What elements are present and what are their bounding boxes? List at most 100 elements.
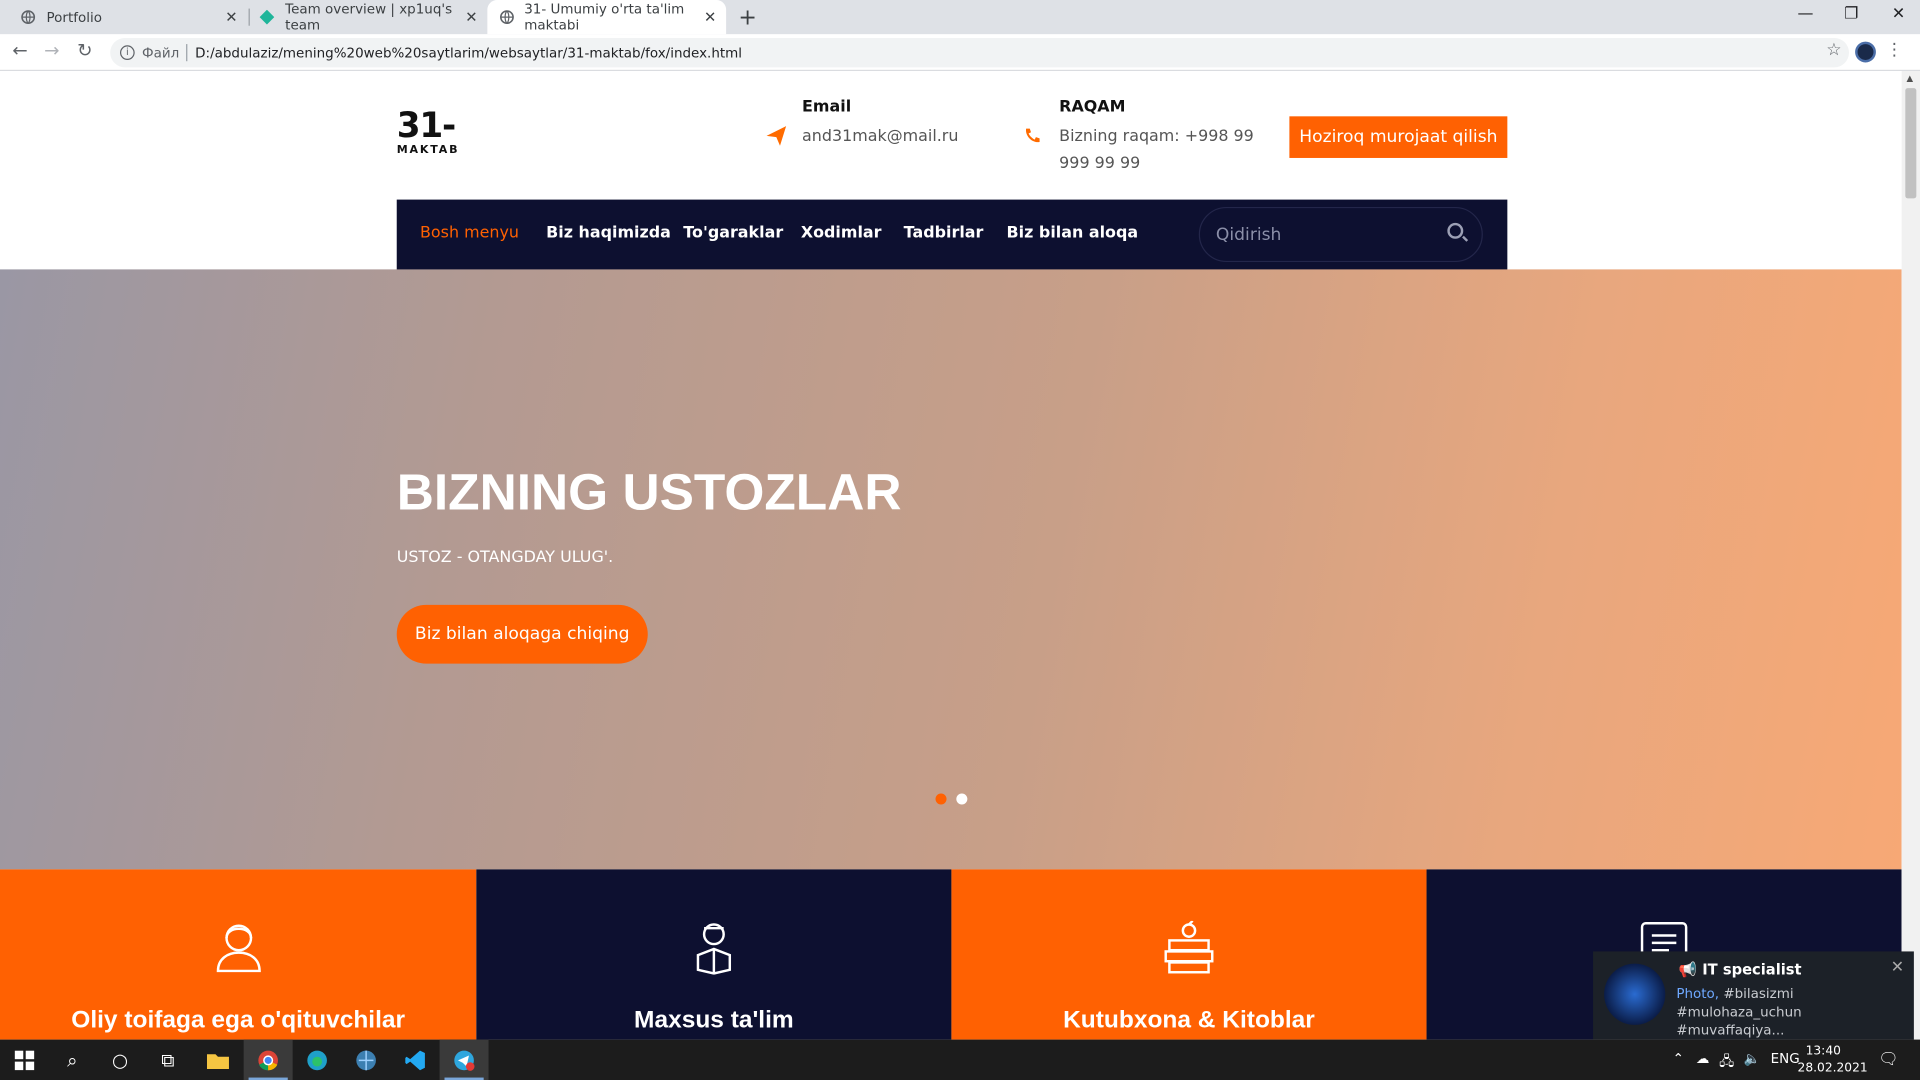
feature-library: Kutubxona & Kitoblar [951, 869, 1427, 1040]
scrollbar-thumb[interactable] [1905, 88, 1917, 199]
web-page: 31- MAKTAB Email and31mak@mail.ru RAQAM … [0, 71, 1902, 1040]
hero-subtitle: USTOZ - OTANGDAY ULUG'. [396, 548, 614, 567]
logo-number: 31- [396, 105, 457, 146]
search-icon[interactable]: ⌕ [48, 1040, 97, 1080]
phone-value: Bizning raqam: +998 99 999 99 99 [1059, 127, 1254, 173]
tab-31-maktab[interactable]: 31- Umumiy o'rta ta'lim maktabi ✕ [487, 0, 727, 35]
logo-text: MAKTAB [396, 144, 460, 157]
nav-home[interactable]: Bosh menyu [420, 224, 519, 242]
apply-now-button[interactable]: Hoziroq murojaat qilish [1289, 116, 1508, 158]
windows-taskbar: ⌕ ○ ⧉ ⌃ ☁ 🖧 🔈 ENG 13:40 28.02.2021 🗨 [0, 1039, 1920, 1080]
network-globe-icon[interactable] [342, 1040, 391, 1080]
phone-icon [1024, 126, 1041, 149]
action-center-icon[interactable]: 🗨 [1878, 1051, 1898, 1069]
telegram-notification[interactable]: 📢 IT specialist Photo, #bilasizmi #muloh… [1593, 951, 1914, 1040]
bookmark-star-icon[interactable]: ☆ [1826, 40, 1841, 60]
tab-title: Portfolio [46, 9, 102, 26]
close-icon[interactable]: ✕ [1891, 959, 1904, 977]
browser-toolbar: ← → ↻ i Файл D:/abdulaziz/mening%20web%2… [0, 34, 1920, 72]
clock-time: 13:40 [1805, 1044, 1841, 1058]
notification-title: 📢 IT specialist [1679, 961, 1802, 978]
hero-title: BIZNING USTOZLAR [396, 462, 902, 521]
tab-title: Team overview | xp1uq's team [285, 1, 453, 34]
close-icon[interactable]: ✕ [704, 9, 716, 26]
language-indicator[interactable]: ENG [1771, 1051, 1800, 1067]
info-icon[interactable]: i [120, 45, 135, 61]
scroll-up-icon[interactable]: ▲ [1907, 73, 1914, 83]
close-icon[interactable]: ✕ [465, 9, 477, 26]
feature-special-education: Maxsus ta'lim [476, 869, 952, 1040]
notification-line2: #mulohaza_uchun #muvaffaqiya... [1676, 1004, 1802, 1039]
more-menu-icon[interactable]: ⋮ [1886, 40, 1903, 60]
nav-events[interactable]: Tadbirlar [904, 224, 984, 242]
tab-portfolio[interactable]: Portfolio ✕ [7, 0, 247, 34]
slider-dot-active[interactable] [935, 793, 947, 805]
back-icon[interactable]: ← [12, 39, 27, 61]
onedrive-cloud-icon[interactable]: ☁ [1696, 1051, 1709, 1067]
feature-title: Kutubxona & Kitoblar [1063, 1006, 1315, 1034]
contact-us-button[interactable]: Biz bilan aloqaga chiqing [396, 604, 648, 664]
feature-title: Oliy toifaga ega o'qituvchilar [71, 1006, 406, 1034]
network-icon[interactable]: 🖧 [1719, 1051, 1734, 1074]
globe-icon [20, 9, 37, 26]
nav-contact[interactable]: Biz bilan aloqa [1007, 224, 1139, 242]
paper-plane-icon [765, 125, 787, 152]
notification-media-type: Photo, [1676, 985, 1720, 1002]
cortana-icon[interactable]: ○ [96, 1040, 145, 1080]
tab-title: 31- Umumiy o'rta ta'lim maktabi [524, 1, 685, 34]
hero-slider: BIZNING USTOZLAR USTOZ - OTANGDAY ULUG'.… [0, 269, 1902, 870]
megaphone-icon: 📢 [1678, 961, 1698, 979]
forward-icon[interactable]: → [44, 39, 59, 61]
email-block: Email and31mak@mail.ru [802, 98, 958, 151]
main-navigation: Bosh menyu Biz haqimizda To'garaklar Xod… [396, 199, 1508, 271]
nav-staff[interactable]: Xodimlar [801, 224, 882, 242]
feature-teachers: Oliy toifaga ega o'qituvchilar [0, 869, 477, 1040]
address-bar[interactable]: i Файл D:/abdulaziz/mening%20web%20saytl… [110, 37, 1849, 68]
teacher-icon [214, 921, 263, 977]
notification-body: Photo, #bilasizmi #mulohaza_uchun #muvaf… [1676, 984, 1896, 1039]
close-icon[interactable]: ✕ [225, 9, 237, 26]
nav-clubs[interactable]: To'garaklar [683, 224, 783, 242]
chrome-icon[interactable] [243, 1039, 293, 1080]
email-label: Email [802, 97, 852, 117]
email-value[interactable]: and31mak@mail.ru [802, 124, 958, 151]
close-window-icon[interactable]: ✕ [1892, 5, 1905, 23]
vscode-icon[interactable] [391, 1040, 440, 1080]
books-apple-icon [1162, 919, 1216, 980]
student-reading-icon [693, 921, 735, 980]
diamond-icon [260, 9, 276, 26]
url-text: D:/abdulaziz/mening%20web%20saytlarim/we… [195, 44, 743, 61]
reload-icon[interactable]: ↻ [77, 39, 92, 61]
phone-label: RAQAM [1059, 97, 1126, 117]
slider-dot[interactable] [956, 793, 968, 805]
file-explorer-icon[interactable] [193, 1040, 242, 1080]
feature-title: Maxsus ta'lim [634, 1006, 794, 1034]
tab-team-overview[interactable]: Team overview | xp1uq's team ✕ [247, 0, 487, 34]
edge-icon[interactable] [293, 1040, 342, 1080]
windows-start-icon[interactable] [0, 1040, 49, 1080]
telegram-icon[interactable] [439, 1039, 489, 1080]
globe-icon [500, 9, 515, 26]
show-hidden-icons-icon[interactable]: ⌃ [1673, 1051, 1684, 1067]
system-clock[interactable]: 13:40 28.02.2021 [1797, 1043, 1868, 1077]
profile-avatar[interactable] [1855, 41, 1876, 63]
page-scrollbar[interactable]: ▲ [1901, 71, 1920, 1040]
url-scheme: Файл [142, 44, 180, 61]
volume-icon[interactable]: 🔈 [1744, 1051, 1761, 1067]
notification-line1: #bilasizmi [1719, 985, 1794, 1002]
search-placeholder: Qidirish [1215, 224, 1282, 245]
search-icon[interactable] [1447, 222, 1464, 239]
nav-about[interactable]: Biz haqimizda [546, 224, 671, 242]
notification-channel: IT specialist [1702, 961, 1802, 979]
restore-icon[interactable]: ❐ [1844, 5, 1858, 23]
minimize-icon[interactable]: — [1798, 5, 1814, 23]
site-logo[interactable]: 31- MAKTAB [396, 105, 460, 157]
search-input[interactable]: Qidirish [1198, 206, 1483, 263]
task-view-icon[interactable]: ⧉ [143, 1040, 192, 1080]
new-tab-icon[interactable]: + [738, 5, 756, 31]
phone-block: RAQAM Bizning raqam: +998 99 999 99 99 [1059, 98, 1255, 178]
tab-strip: Portfolio ✕ Team overview | xp1uq's team… [0, 0, 1920, 35]
clock-date: 28.02.2021 [1797, 1061, 1868, 1076]
channel-avatar [1604, 963, 1666, 1025]
url-divider [186, 44, 188, 62]
